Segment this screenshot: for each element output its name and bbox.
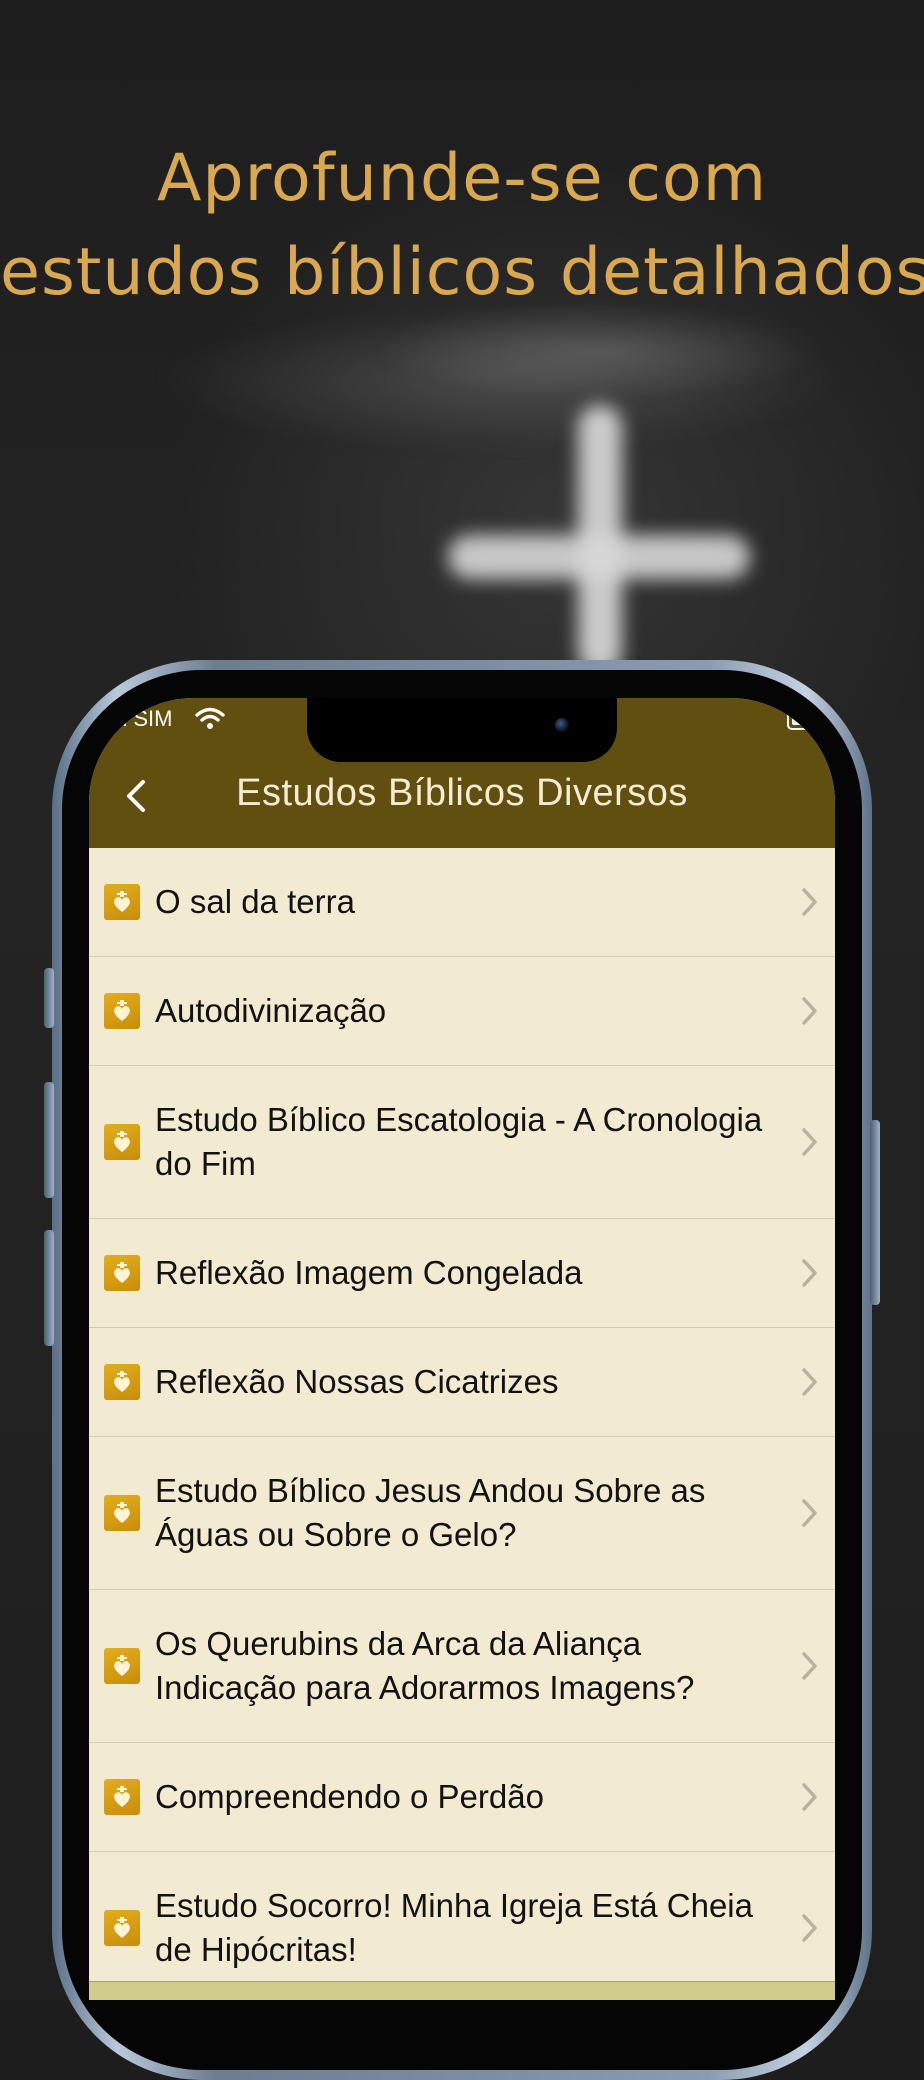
list-item-label: O sal da terra bbox=[155, 883, 355, 920]
list-item-label: Estudo Bíblico Jesus Andou Sobre as Água… bbox=[155, 1472, 706, 1553]
heart-book-icon bbox=[104, 993, 140, 1029]
chevron-right-icon bbox=[802, 1368, 817, 1396]
list-item-label: Reflexão Imagem Congelada bbox=[155, 1254, 583, 1291]
heart-book-icon bbox=[104, 1364, 140, 1400]
list-item-label: Compreendendo o Perdão bbox=[155, 1778, 544, 1815]
phone-mute-switch bbox=[44, 968, 54, 1028]
list-item[interactable]: O sal da terra bbox=[89, 848, 835, 957]
heart-book-icon bbox=[104, 1255, 140, 1291]
chevron-right-icon bbox=[802, 1128, 817, 1156]
cross-horizontal-bar bbox=[448, 535, 750, 579]
bottom-banner-strip bbox=[89, 1981, 835, 2000]
list-item-label: Estudo Bíblico Escatologia - A Cronologi… bbox=[155, 1101, 763, 1182]
heart-book-icon bbox=[104, 1779, 140, 1815]
chevron-right-icon bbox=[802, 997, 817, 1025]
list-item[interactable]: Reflexão Nossas Cicatrizes bbox=[89, 1328, 835, 1437]
heart-book-icon bbox=[104, 1648, 140, 1684]
phone-volume-down-button bbox=[44, 1230, 54, 1346]
camera-notch bbox=[307, 698, 617, 762]
phone-power-button bbox=[870, 1120, 880, 1305]
study-list: O sal da terra Autodivinização Estudo Bí… bbox=[89, 848, 835, 2000]
list-item[interactable]: Os Querubins da Arca da Aliança Indicaçã… bbox=[89, 1590, 835, 1743]
list-item[interactable]: Reflexão Imagem Congelada bbox=[89, 1219, 835, 1328]
chevron-right-icon bbox=[802, 1499, 817, 1527]
chevron-right-icon bbox=[802, 1259, 817, 1287]
list-item[interactable]: Estudo Bíblico Jesus Andou Sobre as Água… bbox=[89, 1437, 835, 1590]
list-item-label: Os Querubins da Arca da Aliança Indicaçã… bbox=[155, 1625, 695, 1706]
promo-headline: Aprofunde-se com estudos bíblicos detalh… bbox=[0, 132, 924, 320]
chevron-right-icon bbox=[802, 1914, 817, 1942]
heart-book-icon bbox=[104, 1910, 140, 1946]
battery-icon bbox=[787, 708, 823, 730]
navigation-bar: n SIM Estudos Bíblicos Diversos bbox=[89, 698, 835, 848]
chevron-right-icon bbox=[802, 1783, 817, 1811]
list-item-label: Estudo Socorro! Minha Igreja Está Cheia … bbox=[155, 1887, 753, 1968]
wifi-icon bbox=[195, 707, 225, 729]
list-item[interactable]: Autodivinização bbox=[89, 957, 835, 1066]
background-light-glow bbox=[150, 310, 850, 450]
list-item-label: Autodivinização bbox=[155, 992, 387, 1029]
heart-book-icon bbox=[104, 1495, 140, 1531]
list-item-label: Reflexão Nossas Cicatrizes bbox=[155, 1363, 559, 1400]
list-item[interactable]: Compreendendo o Perdão bbox=[89, 1743, 835, 1852]
carrier-label: n SIM bbox=[115, 706, 173, 731]
heart-book-icon bbox=[104, 884, 140, 920]
page-title: Estudos Bíblicos Diversos bbox=[236, 772, 688, 814]
headline-line-2: estudos bíblicos detalhados bbox=[0, 235, 924, 310]
phone-volume-up-button bbox=[44, 1082, 54, 1198]
front-camera bbox=[555, 718, 569, 732]
phone-screen: n SIM Estudos Bíblicos Diversos O sal da… bbox=[89, 698, 835, 2000]
list-item[interactable]: Estudo Bíblico Escatologia - A Cronologi… bbox=[89, 1066, 835, 1219]
chevron-right-icon bbox=[802, 1652, 817, 1680]
list-item[interactable]: Estudo Socorro! Minha Igreja Está Cheia … bbox=[89, 1852, 835, 2000]
heart-book-icon bbox=[104, 1124, 140, 1160]
headline-line-1: Aprofunde-se com bbox=[156, 141, 768, 216]
chevron-right-icon bbox=[802, 888, 817, 916]
